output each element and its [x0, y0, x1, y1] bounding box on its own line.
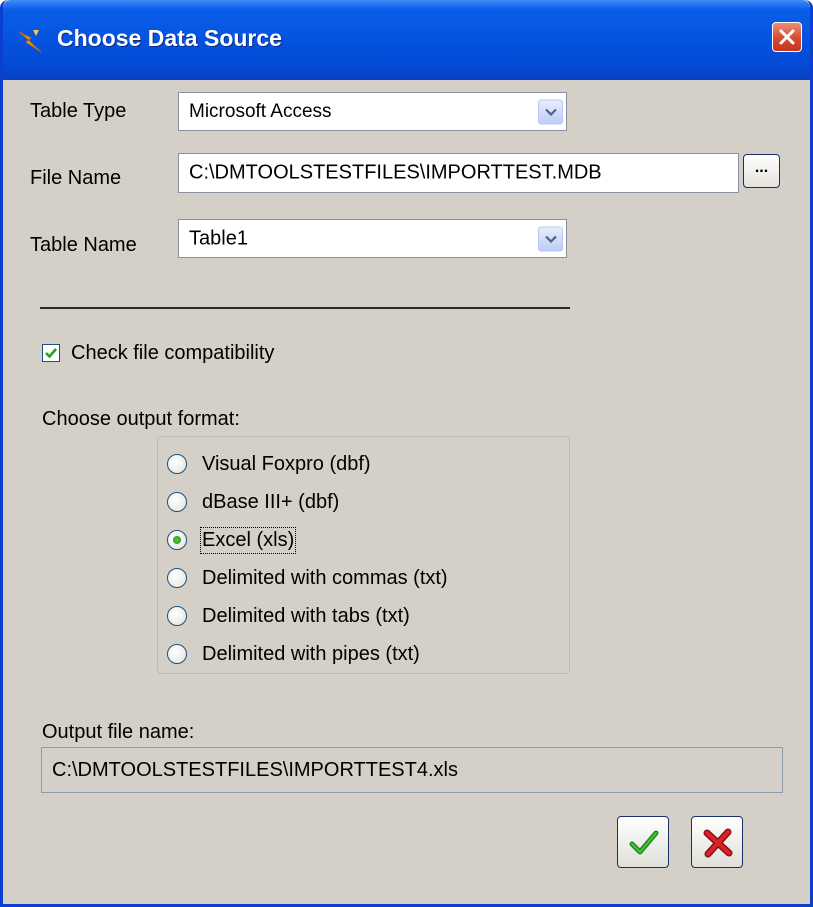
table-type-select[interactable]: Microsoft Access	[178, 92, 567, 131]
dialog-title: Choose Data Source	[57, 25, 282, 51]
radio-label-dbase[interactable]: dBase III+ (dbf)	[202, 491, 339, 514]
title-bar[interactable]: Choose Data Source	[3, 0, 810, 80]
table-name-value: Table1	[189, 227, 248, 249]
radio-label-excel[interactable]: Excel (xls)	[199, 527, 297, 554]
chevron-down-icon	[545, 108, 557, 116]
ok-button[interactable]	[617, 816, 669, 868]
separator-line	[40, 307, 570, 309]
lightning-bolt-icon	[18, 30, 42, 53]
file-name-value: C:\DMTOOLSTESTFILES\IMPORTTEST.MDB	[189, 161, 602, 184]
radio-label-delimited-tabs[interactable]: Delimited with tabs (txt)	[202, 605, 410, 628]
close-button[interactable]	[772, 22, 802, 52]
file-name-label: File Name	[30, 167, 122, 189]
table-name-dropdown-button[interactable]	[538, 226, 563, 251]
table-name-label: Table Name	[30, 234, 137, 256]
browse-button[interactable]: ...	[743, 154, 780, 188]
table-type-label: Table Type	[30, 100, 127, 122]
radio-delimited-commas[interactable]	[167, 568, 187, 588]
output-file-value: C:\DMTOOLSTESTFILES\IMPORTTEST4.xls	[52, 759, 458, 781]
dialog-window: Choose Data Source Table Type Microsoft …	[0, 0, 813, 907]
table-type-value: Microsoft Access	[189, 100, 332, 122]
close-icon	[779, 29, 795, 45]
radio-visual-foxpro[interactable]	[167, 454, 187, 474]
dialog-content: Table Type Microsoft Access File Name C:…	[3, 80, 810, 904]
checkmark-icon	[629, 830, 659, 855]
radio-label-delimited-pipes[interactable]: Delimited with pipes (txt)	[202, 643, 420, 666]
radio-label-visual-foxpro[interactable]: Visual Foxpro (dbf)	[202, 453, 371, 476]
output-file-field: C:\DMTOOLSTESTFILES\IMPORTTEST4.xls	[41, 747, 783, 793]
radio-dbase[interactable]	[167, 492, 187, 512]
output-format-label: Choose output format:	[42, 408, 240, 430]
radio-delimited-tabs[interactable]	[167, 606, 187, 626]
table-type-dropdown-button[interactable]	[538, 99, 563, 124]
radio-label-delimited-commas[interactable]: Delimited with commas (txt)	[202, 567, 448, 590]
table-name-select[interactable]: Table1	[178, 219, 567, 258]
checkmark-icon	[45, 348, 57, 359]
red-x-icon	[703, 828, 733, 858]
radio-delimited-pipes[interactable]	[167, 644, 187, 664]
file-name-input[interactable]: C:\DMTOOLSTESTFILES\IMPORTTEST.MDB	[178, 153, 739, 193]
cancel-button[interactable]	[691, 816, 743, 868]
radio-excel[interactable]	[167, 530, 187, 550]
chevron-down-icon	[545, 235, 557, 243]
check-compatibility-checkbox[interactable]	[42, 344, 60, 362]
check-compatibility-label[interactable]: Check file compatibility	[71, 342, 274, 365]
output-file-label: Output file name:	[42, 721, 195, 743]
